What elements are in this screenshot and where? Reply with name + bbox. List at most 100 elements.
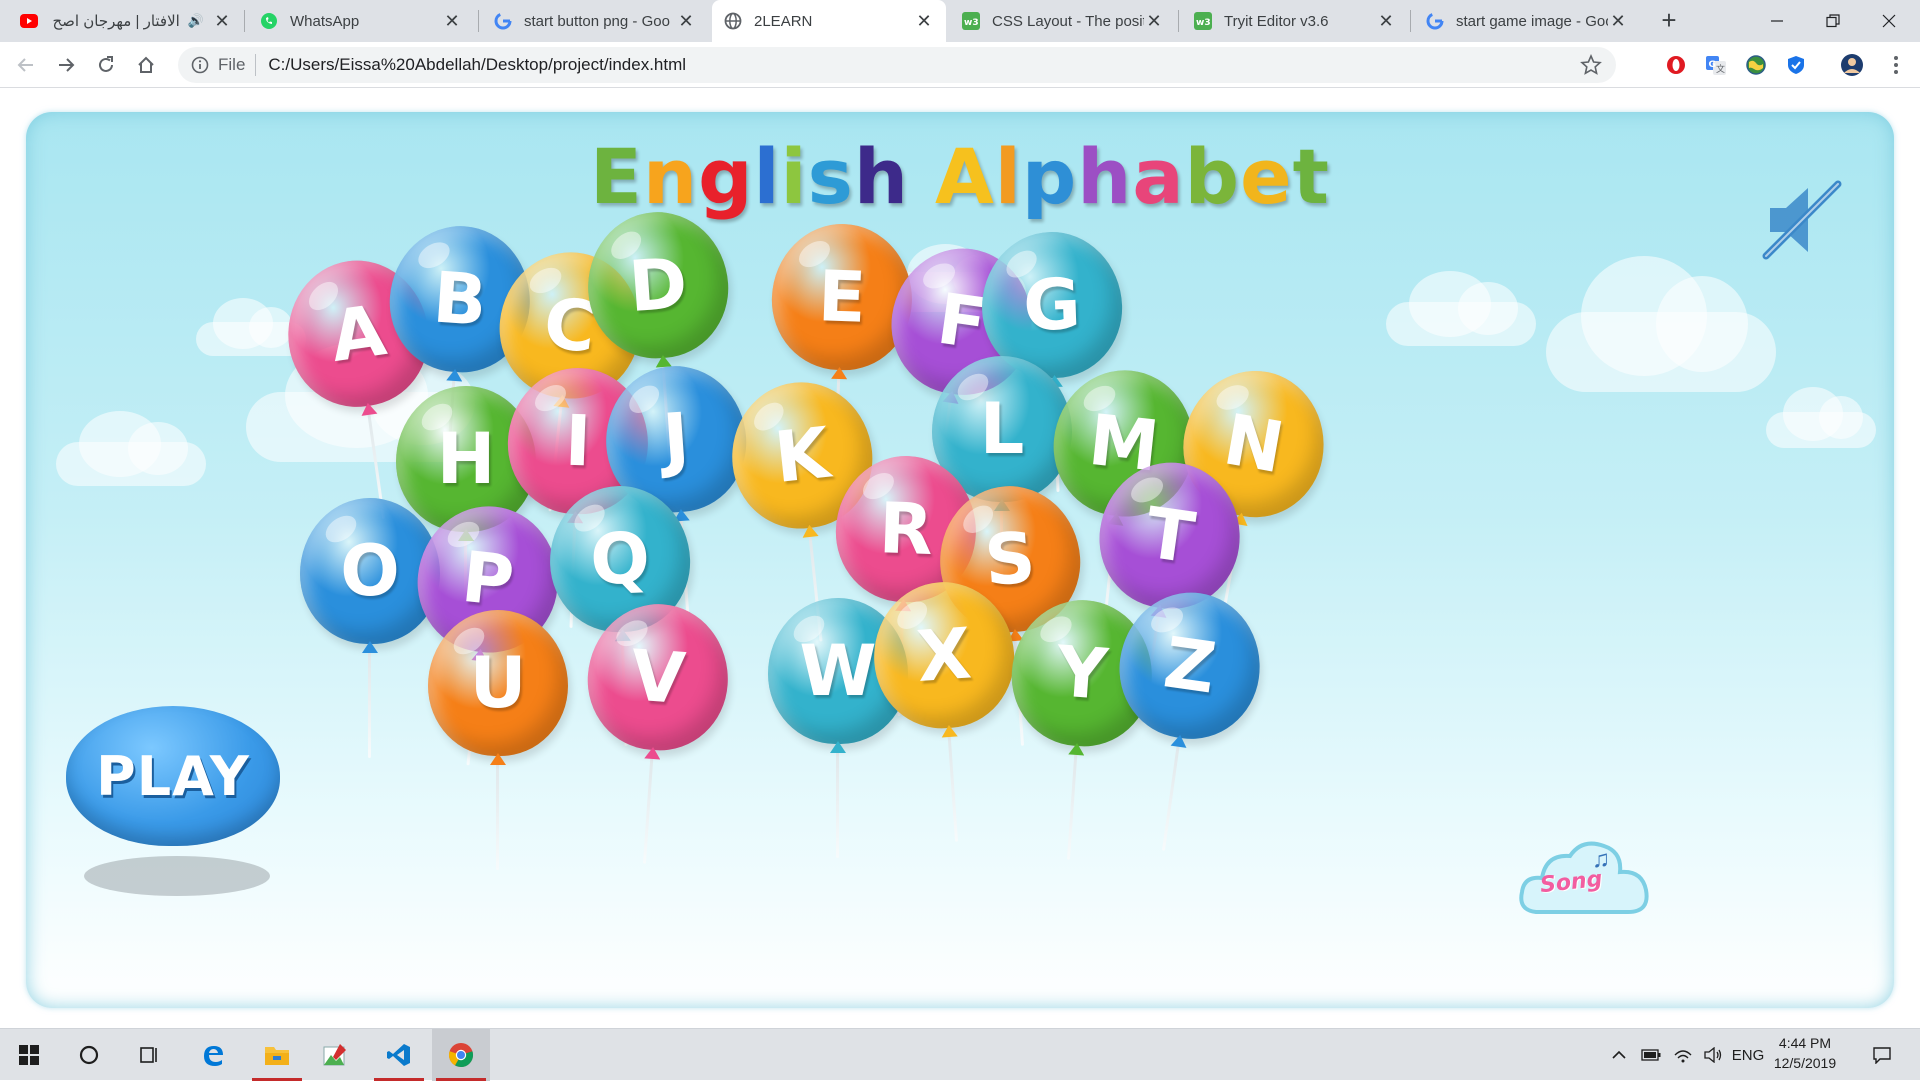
home-button[interactable] (130, 49, 162, 81)
edge-icon[interactable] (184, 1029, 242, 1081)
wifi-icon[interactable] (1668, 1029, 1698, 1081)
close-window-button[interactable] (1862, 0, 1916, 42)
minimize-button[interactable] (1750, 0, 1804, 42)
close-tab-icon[interactable]: ✕ (1608, 11, 1628, 31)
whatsapp-icon (260, 12, 278, 30)
title-letter: l (753, 132, 781, 221)
cloud (1386, 271, 1536, 346)
close-tab-icon[interactable]: ✕ (212, 11, 232, 31)
close-tab-icon[interactable]: ✕ (914, 11, 934, 31)
back-arrow-icon (17, 58, 33, 72)
forward-button[interactable] (50, 49, 82, 81)
address-bar[interactable]: File C:/Users/Eissa%20Abdellah/Desktop/p… (178, 47, 1616, 83)
windows-start-icon[interactable] (0, 1029, 58, 1081)
chrome-icon[interactable] (432, 1029, 490, 1081)
google-icon (494, 12, 512, 30)
browser-tab-strip: الافتار | مهرجان اصح 🔊 ✕ WhatsApp ✕ star… (0, 0, 1920, 42)
balloon-string (496, 760, 499, 870)
svg-text:w3: w3 (964, 18, 979, 28)
title-letter: p (1021, 132, 1078, 221)
balloon-letter: J (660, 397, 692, 481)
profile-avatar-icon[interactable] (1840, 53, 1864, 77)
song-button[interactable]: ♫ Song (1516, 832, 1656, 922)
tab-youtube[interactable]: الافتار | مهرجان اصح 🔊 ✕ (8, 0, 244, 42)
mute-button[interactable] (1756, 174, 1846, 264)
title-letter: E (590, 132, 643, 221)
restore-button[interactable] (1806, 0, 1860, 42)
balloon-letter: L (979, 388, 1025, 470)
google-translate-icon[interactable]: G文 (1704, 53, 1728, 77)
tab-whatsapp[interactable]: WhatsApp ✕ (248, 0, 474, 42)
balloon-letter: K (770, 411, 834, 499)
audio-playing-icon[interactable]: 🔊 (188, 13, 204, 29)
close-tab-icon[interactable]: ✕ (1376, 11, 1396, 31)
play-button[interactable]: PLAY (66, 706, 280, 846)
opera-adblock-icon[interactable] (1664, 53, 1688, 77)
balloon-string (1066, 749, 1078, 860)
play-button-label: PLAY (96, 744, 250, 808)
tab-google-start-button[interactable]: start button png - Goo ✕ (482, 0, 708, 42)
battery-icon[interactable] (1636, 1029, 1666, 1081)
game-board: English Alphabet ABCDEFGHIJKLMNOPQRSTUVWX… (26, 112, 1894, 1008)
close-tab-icon[interactable]: ✕ (1144, 11, 1164, 31)
tab-tryit-editor[interactable]: w3 Tryit Editor v3.6 ✕ (1182, 0, 1408, 42)
title-letter: s (807, 132, 854, 221)
play-button-shadow (84, 856, 270, 896)
title-letter: h (853, 132, 909, 221)
google-icon (1426, 12, 1444, 30)
bookmark-star-icon[interactable] (1580, 54, 1602, 76)
file-explorer-icon[interactable] (248, 1029, 306, 1081)
svg-text:w3: w3 (1196, 18, 1211, 28)
title-letter: a (1132, 132, 1185, 221)
game-title: English Alphabet (26, 132, 1894, 221)
svg-text:G: G (1709, 60, 1716, 70)
balloon-letter: V (628, 634, 688, 720)
tab-2learn[interactable]: 2LEARN ✕ (712, 0, 946, 42)
balloon-letter: Y (1053, 630, 1111, 716)
task-view-icon[interactable] (120, 1029, 178, 1081)
tab-css-layout[interactable]: w3 CSS Layout - The positi ✕ (950, 0, 1176, 42)
new-tab-button[interactable]: + (1656, 7, 1682, 34)
tab-title: CSS Layout - The positi (992, 12, 1144, 30)
title-letter: A (934, 132, 995, 221)
volume-icon[interactable] (1698, 1029, 1728, 1081)
system-clock[interactable]: 4:44 PM 12/5/2019 (1760, 1033, 1850, 1073)
browser-toolbar: File C:/Users/Eissa%20Abdellah/Desktop/p… (0, 42, 1920, 88)
balloon-body[interactable]: Z (1110, 583, 1270, 748)
w3schools-icon: w3 (962, 12, 980, 30)
chrome-menu-icon[interactable] (1884, 53, 1908, 77)
paint-icon[interactable] (306, 1029, 364, 1081)
tray-chevron-up-icon[interactable] (1604, 1029, 1634, 1081)
balloon-body[interactable]: V (583, 599, 733, 755)
close-tab-icon[interactable]: ✕ (676, 11, 696, 31)
back-button[interactable] (10, 49, 42, 81)
w3schools-icon: w3 (1194, 12, 1212, 30)
url-text[interactable]: C:/Users/Eissa%20Abdellah/Desktop/projec… (268, 55, 686, 75)
vscode-icon[interactable] (370, 1029, 428, 1081)
balloon-u[interactable]: U (428, 610, 568, 870)
tab-google-start-game[interactable]: start game image - Goo ✕ (1414, 0, 1640, 42)
balloon-letter: U (469, 642, 527, 724)
tab-title: WhatsApp (290, 12, 360, 30)
title-letter: h (1077, 132, 1133, 221)
address-divider (255, 54, 257, 76)
balloon-v[interactable]: V (575, 599, 733, 868)
balloon-string (642, 753, 654, 864)
balloon-body[interactable]: X (869, 577, 1019, 733)
title-letter: l (994, 132, 1022, 221)
info-icon[interactable] (190, 55, 210, 75)
balloon-body[interactable]: D (583, 207, 733, 363)
shield-icon[interactable] (1784, 53, 1808, 77)
earth-icon[interactable] (1744, 53, 1768, 77)
balloon-letter: T (1140, 491, 1200, 580)
tab-title: 2LEARN (754, 12, 813, 30)
url-scheme-label: File (218, 55, 246, 74)
action-center-icon[interactable] (1862, 1029, 1902, 1081)
cloud (1766, 386, 1876, 448)
balloon-letter: X (914, 612, 974, 698)
reload-button[interactable] (90, 49, 122, 81)
cortana-search-icon[interactable] (60, 1029, 118, 1081)
close-tab-icon[interactable]: ✕ (442, 11, 462, 31)
title-letter: n (642, 132, 699, 221)
balloon-body[interactable]: U (428, 610, 568, 765)
